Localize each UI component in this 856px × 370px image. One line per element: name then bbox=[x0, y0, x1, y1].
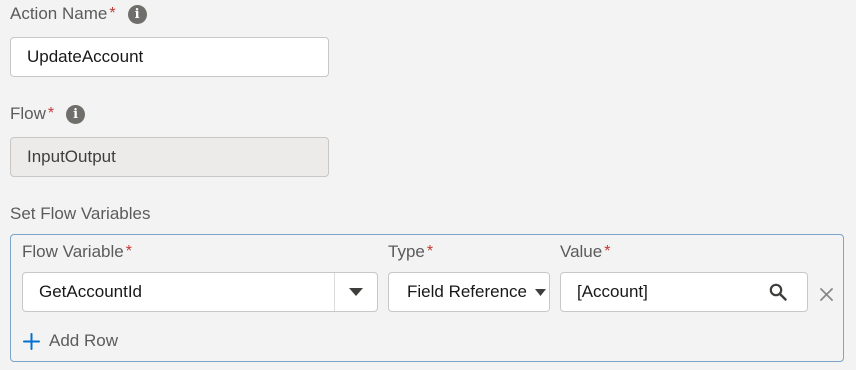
flow-label-text: Flow bbox=[10, 104, 46, 123]
required-asterisk: * bbox=[47, 105, 55, 122]
add-row-button[interactable]: Add Row bbox=[22, 331, 118, 351]
flow-variable-value: GetAccountId bbox=[39, 282, 143, 301]
value-lookup-input[interactable]: [Account] bbox=[560, 272, 808, 312]
set-flow-variables-label: Set Flow Variables bbox=[10, 204, 150, 224]
flow-variable-combobox[interactable]: GetAccountId bbox=[22, 272, 378, 312]
action-name-value: UpdateAccount bbox=[27, 47, 144, 66]
type-select[interactable]: Field Reference bbox=[388, 272, 550, 312]
required-asterisk: * bbox=[125, 243, 132, 260]
flow-value: InputOutput bbox=[27, 147, 116, 166]
required-asterisk: * bbox=[109, 5, 116, 22]
flow-input: InputOutput bbox=[10, 137, 329, 177]
type-value: Field Reference bbox=[407, 282, 528, 301]
value-text: [Account] bbox=[577, 282, 648, 301]
flow-variable-header-text: Flow Variable bbox=[22, 242, 124, 261]
value-column-header: Value * bbox=[560, 242, 610, 262]
add-row-label: Add Row bbox=[49, 331, 118, 350]
action-name-label: Action Name * i bbox=[10, 4, 147, 24]
chevron-down-icon[interactable] bbox=[531, 273, 549, 311]
type-column-header: Type * bbox=[388, 242, 433, 262]
info-icon[interactable]: i bbox=[66, 104, 86, 124]
flow-variable-column-header: Flow Variable * bbox=[22, 242, 132, 262]
info-icon[interactable]: i bbox=[127, 4, 147, 24]
plus-icon bbox=[22, 332, 40, 350]
chevron-down-icon[interactable] bbox=[335, 273, 377, 311]
action-name-label-text: Action Name bbox=[10, 4, 108, 23]
set-flow-variables-label-text: Set Flow Variables bbox=[10, 204, 151, 223]
required-asterisk: * bbox=[604, 243, 611, 260]
flow-label: Flow * i bbox=[10, 104, 86, 124]
search-icon[interactable] bbox=[765, 273, 791, 311]
value-header-text: Value bbox=[560, 242, 603, 261]
close-icon[interactable] bbox=[816, 284, 836, 304]
required-asterisk: * bbox=[426, 243, 434, 260]
action-name-input[interactable]: UpdateAccount bbox=[10, 37, 329, 77]
type-header-text: Type bbox=[388, 242, 425, 261]
